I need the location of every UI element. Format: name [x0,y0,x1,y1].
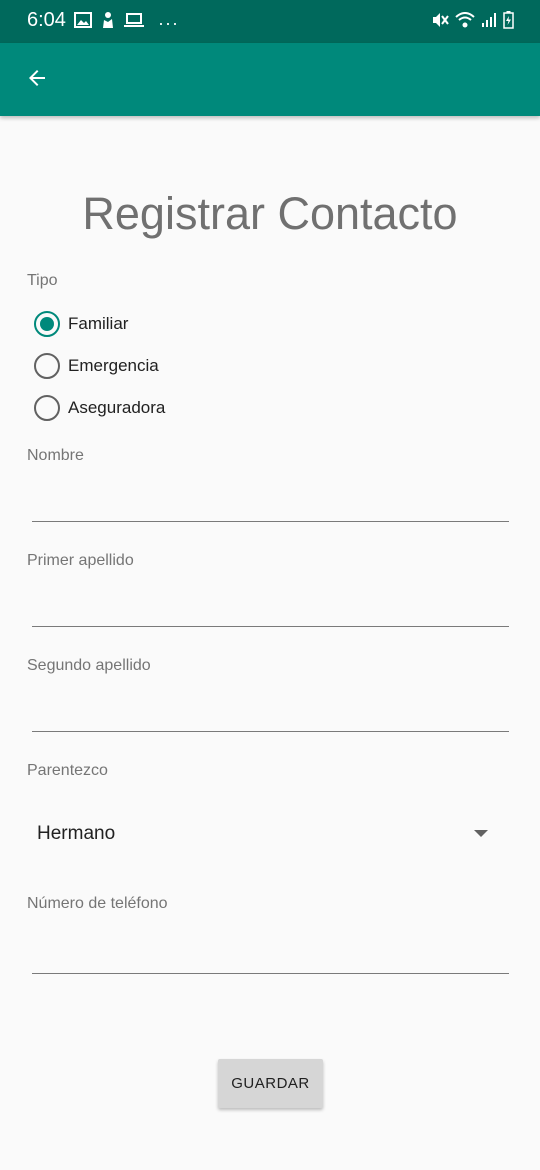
nombre-input[interactable] [32,482,509,522]
page-title: Registrar Contacto [82,188,458,239]
back-button[interactable] [18,61,56,99]
segundo-apellido-input[interactable] [32,692,509,732]
status-time: 6:04 [27,9,66,31]
radio-checked-icon [34,311,60,337]
telefono-label: Número de teléfono [27,895,168,912]
image-icon [74,12,92,33]
laptop-icon [124,12,144,33]
status-more-dots: ··· [158,12,179,33]
radio-aseguradora[interactable]: Aseguradora [34,394,165,422]
radio-emergencia-label: Emergencia [68,356,159,375]
parentezco-spinner[interactable]: Hermano [27,808,507,860]
primer-apellido-label: Primer apellido [27,552,134,569]
status-bar: 6:04 ··· [0,0,540,43]
app-bar [0,43,540,116]
arrow-back-icon [25,66,49,95]
nombre-label: Nombre [27,447,84,464]
radio-aseguradora-label: Aseguradora [68,398,166,417]
dropdown-arrow-icon [474,830,488,837]
save-button[interactable]: GUARDAR [218,1059,323,1108]
radio-familiar-label: Familiar [68,314,129,333]
radio-unchecked-icon [34,395,60,421]
radio-familiar[interactable]: Familiar [34,310,128,338]
radio-unchecked-icon [34,353,60,379]
parentezco-value: Hermano [37,823,116,844]
primer-apellido-input[interactable] [32,587,509,627]
hand-icon [100,11,116,34]
wifi-icon [455,12,475,33]
mute-icon [431,11,449,34]
segundo-apellido-label: Segundo apellido [27,657,151,674]
tipo-label: Tipo [27,272,58,289]
telefono-input[interactable] [32,934,509,974]
signal-icon [481,12,497,33]
parentezco-label: Parentezco [27,762,108,779]
radio-emergencia[interactable]: Emergencia [34,352,159,380]
status-left-icons: ··· [74,11,179,34]
battery-icon [503,11,514,34]
status-right-icons [431,11,514,34]
